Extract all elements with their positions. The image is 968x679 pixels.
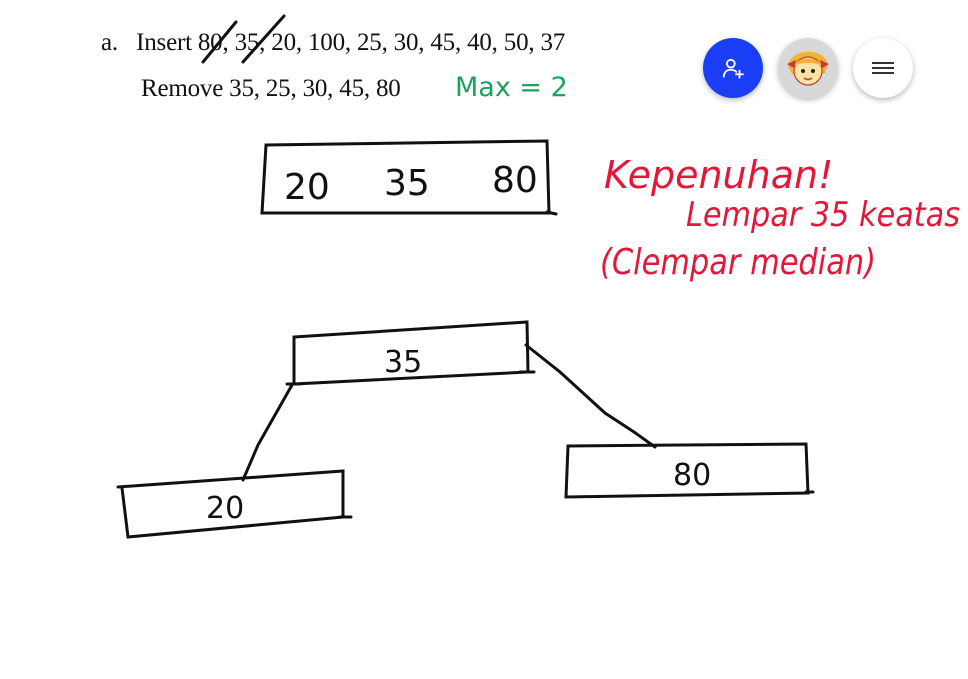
person-add-icon bbox=[722, 58, 744, 79]
right-child-key: 80 bbox=[673, 458, 711, 493]
full-node-key-2: 35 bbox=[384, 163, 430, 204]
menu-button[interactable] bbox=[853, 38, 913, 98]
edge-left bbox=[241, 383, 294, 482]
red-note-1: Kepenuhan! bbox=[604, 153, 833, 197]
full-node-key-3: 80 bbox=[492, 160, 538, 201]
root-node-key: 35 bbox=[384, 345, 422, 380]
tree-edges bbox=[241, 343, 657, 482]
avatar bbox=[778, 38, 838, 98]
drawing-canvas[interactable]: 20 35 80 35 20 80 Max = 2 Kepenuhan! Lem… bbox=[0, 0, 968, 679]
left-child-key: 20 bbox=[206, 491, 244, 526]
edge-right bbox=[524, 343, 657, 449]
hamburger-menu-icon bbox=[872, 62, 894, 74]
strike-marks bbox=[201, 14, 286, 64]
add-user-button[interactable] bbox=[703, 38, 763, 98]
max-note: Max = 2 bbox=[455, 72, 568, 103]
strike-80 bbox=[201, 20, 238, 64]
avatar-button[interactable] bbox=[778, 38, 838, 98]
red-note-2: Lempar 35 keatas bbox=[686, 195, 960, 235]
strike-35 bbox=[241, 14, 286, 64]
red-note-3: (Clempar median) bbox=[600, 242, 876, 283]
full-node-key-1: 20 bbox=[284, 167, 330, 208]
